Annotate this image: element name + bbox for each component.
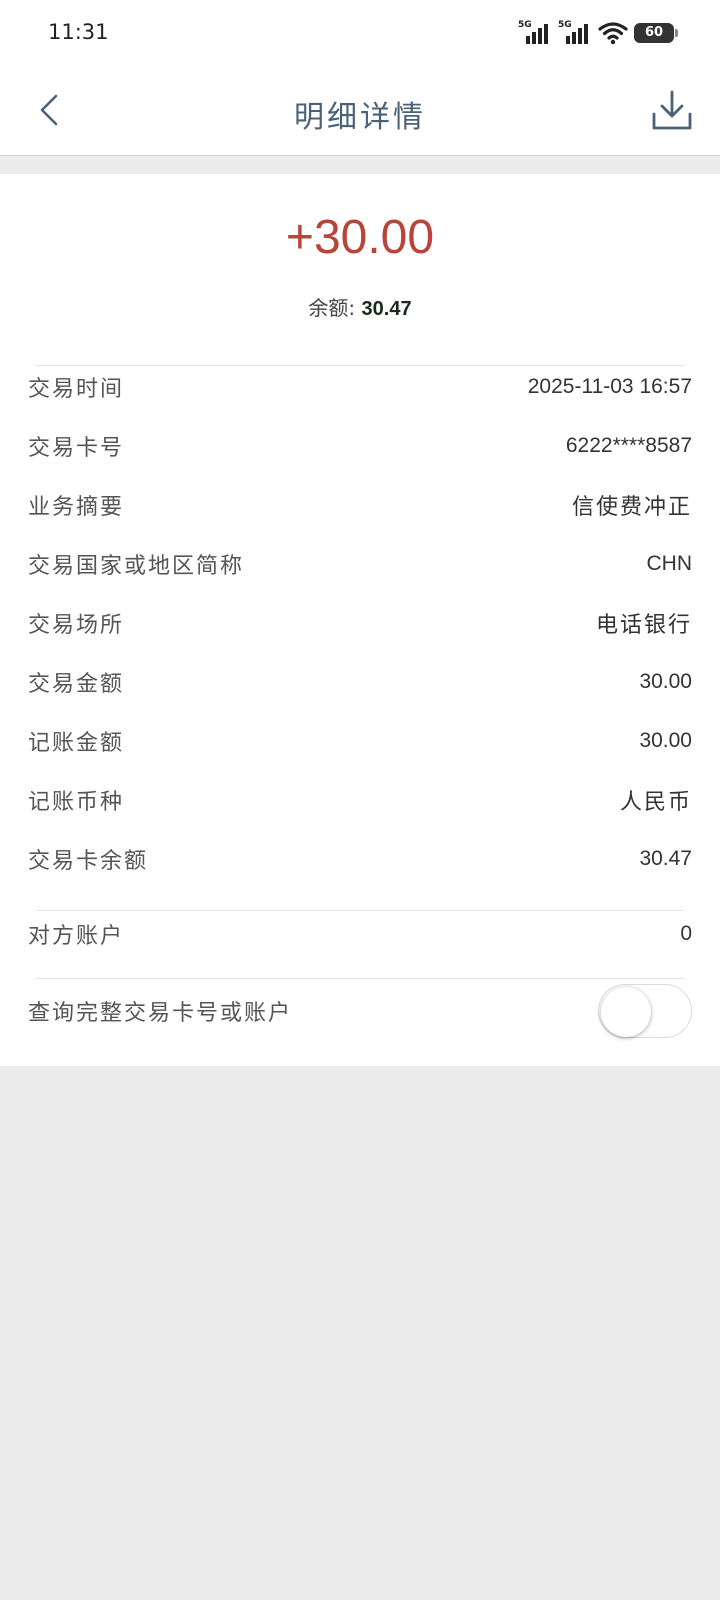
detail-label: 交易场所 [28,613,125,638]
detail-row-transaction-time: 交易时间 2025-11-03 16:57 [28,367,692,407]
detail-label: 业务摘要 [28,495,125,520]
detail-value: 6222****8587 [565,434,692,457]
detail-label: 记账金额 [28,731,125,756]
status-time: 11:31 [48,20,109,44]
detail-row-card-balance: 交易卡余额 30.47 [28,839,692,879]
detail-label: 交易时间 [28,377,125,402]
detail-value: 人民币 [619,790,692,815]
full-card-query-label: 查询完整交易卡号或账户 [28,1001,293,1026]
signal-icon-1: 5G [518,20,552,46]
status-icons: 5G 5G 60 [518,18,678,48]
balance-value: 30.47 [361,298,412,320]
detail-row-transaction-amount: 交易金额 30.00 [28,662,692,702]
download-icon[interactable] [650,88,694,132]
detail-label: 记账币种 [28,790,125,815]
detail-row-location: 交易场所 电话银行 [28,603,692,643]
detail-label: 交易卡号 [28,436,125,461]
counterparty-label: 对方账户 [28,924,125,949]
detail-value: 信使费冲正 [571,495,692,520]
detail-row-counterparty: 对方账户 0 [28,914,692,954]
divider [36,910,684,911]
detail-value: 30.47 [639,847,692,870]
detail-label: 交易金额 [28,672,125,697]
status-bar: 11:31 5G 5G 60 [0,0,720,66]
detail-row-country: 交易国家或地区简称 CHN [28,544,692,584]
detail-value: 30.00 [639,729,692,752]
full-card-query-toggle[interactable] [598,984,692,1038]
signal-type-label: 5G [558,20,572,30]
page-title: 明细详情 [294,100,426,135]
nav-bar: 明细详情 [0,66,720,156]
balance-label: 余额: [308,296,356,320]
signal-icon-2: 5G [558,20,592,46]
detail-row-currency: 记账币种 人民币 [28,780,692,820]
detail-value: 电话银行 [595,613,692,638]
detail-row-card-number: 交易卡号 6222****8587 [28,426,692,466]
detail-card: +30.00 余额: 30.47 交易时间 2025-11-03 16:57 交… [0,174,720,1066]
detail-value: 2025-11-03 16:57 [527,375,692,398]
balance-line: 余额: 30.47 [0,292,720,321]
wifi-icon [598,22,628,45]
detail-label: 交易国家或地区简称 [28,554,245,579]
counterparty-value: 0 [680,922,692,945]
detail-label: 交易卡余额 [28,849,149,874]
detail-row-posted-amount: 记账金额 30.00 [28,721,692,761]
detail-row-summary: 业务摘要 信使费冲正 [28,485,692,525]
transaction-amount: +30.00 [285,211,435,264]
battery-icon: 60 [634,23,678,43]
battery-level: 60 [644,25,664,40]
detail-value: 30.00 [639,670,692,693]
signal-type-label: 5G [518,20,532,30]
full-card-query-row: 查询完整交易卡号或账户 [28,978,692,1044]
detail-value: CHN [646,552,693,575]
divider [36,365,684,366]
toggle-knob[interactable] [601,987,651,1037]
